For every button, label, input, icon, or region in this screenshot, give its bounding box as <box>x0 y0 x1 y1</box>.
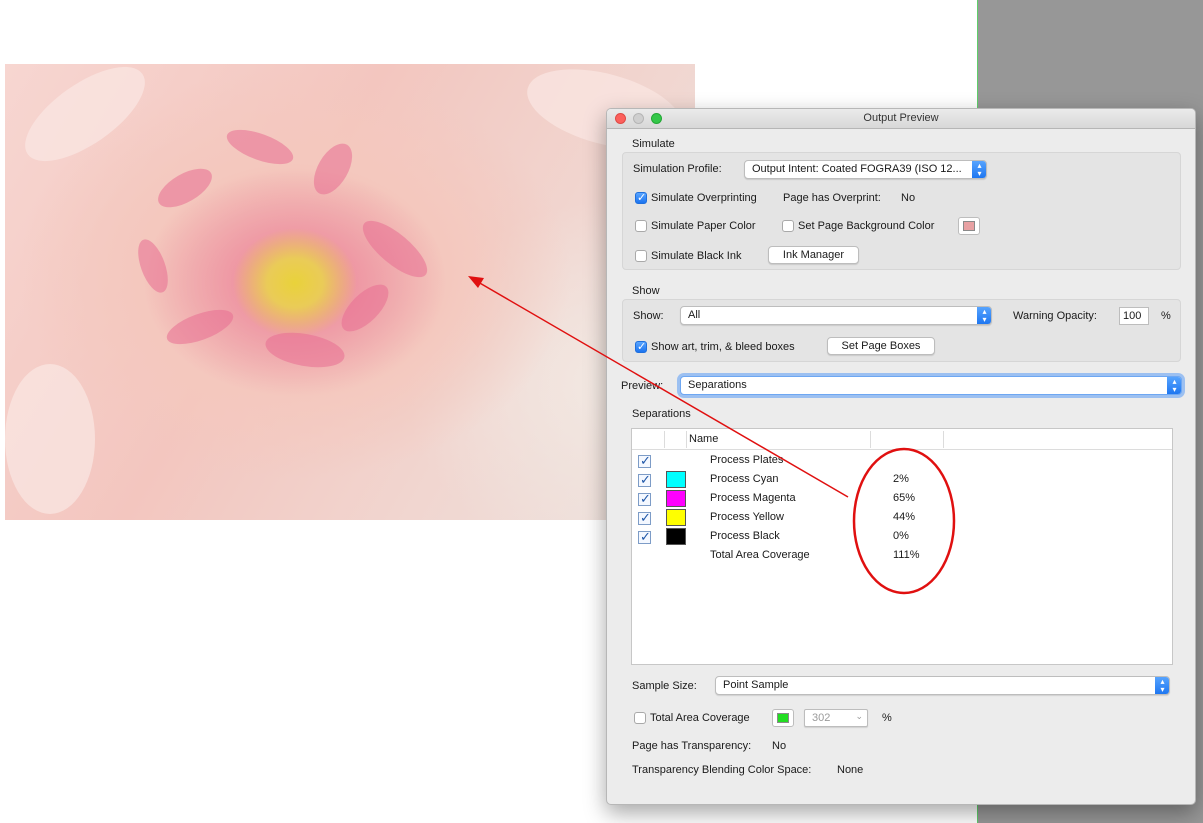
window-title: Output Preview <box>863 112 939 124</box>
transparency-value: No <box>772 740 787 752</box>
select-stepper-icon: ▴ ▾ <box>972 161 986 178</box>
show-value: All <box>688 309 701 321</box>
simulate-paper-color-label: Simulate Paper Color <box>651 220 756 232</box>
total-area-coverage-checkbox[interactable] <box>634 712 646 724</box>
separation-percent: 2% <box>893 473 909 485</box>
show-label: Show: <box>633 310 664 322</box>
simulate-overprinting-checkbox[interactable] <box>635 191 647 204</box>
separation-row-process-black[interactable]: Process Black 0% <box>632 527 1172 546</box>
show-boxes-checkbox[interactable] <box>635 340 647 353</box>
sample-size-value: Point Sample <box>723 679 789 691</box>
transparency-label: Page has Transparency: <box>632 740 752 752</box>
select-stepper-icon: ▴ ▾ <box>977 307 991 324</box>
show-select[interactable]: All ▴ ▾ <box>680 306 992 325</box>
background-color-swatch[interactable] <box>958 217 980 235</box>
set-page-boxes-button[interactable]: Set Page Boxes <box>827 337 935 355</box>
separations-section-label: Separations <box>632 408 691 420</box>
tac-color-swatch[interactable] <box>772 709 794 727</box>
page-overprint-value: No <box>901 192 916 204</box>
preview-value: Separations <box>688 379 747 391</box>
separation-percent: 44% <box>893 511 916 523</box>
warning-opacity-percent: % <box>1161 310 1171 322</box>
screenshot-stage: Output Preview Simulate Simulation Profi… <box>0 0 1203 823</box>
tac-percent: % <box>882 712 892 724</box>
show-boxes-label: Show art, trim, & bleed boxes <box>651 341 795 353</box>
simulate-overprinting-label: Simulate Overprinting <box>651 192 757 204</box>
ink-manager-button[interactable]: Ink Manager <box>768 246 859 264</box>
separations-table: Name Process Plates Process Cyan 2% Proc… <box>631 428 1173 665</box>
preview-label: Preview: <box>621 380 664 392</box>
simulate-group: Simulation Profile: Output Intent: Coate… <box>622 152 1181 270</box>
simulate-paper-color-checkbox[interactable] <box>635 220 647 232</box>
separation-name: Total Area Coverage <box>710 549 810 561</box>
window-titlebar[interactable]: Output Preview <box>607 109 1195 129</box>
tac-color-fill <box>777 713 789 723</box>
set-page-background-label: Set Page Background Color <box>798 220 935 232</box>
cyan-color-chip <box>666 471 686 488</box>
total-area-coverage-label: Total Area Coverage <box>650 712 750 724</box>
simulate-section-label: Simulate <box>632 138 675 150</box>
select-stepper-icon: ▴ ▾ <box>1167 377 1181 394</box>
page-overprint-label: Page has Overprint: <box>783 192 881 204</box>
flower-photo <box>5 64 695 520</box>
separation-checkbox[interactable] <box>638 472 651 488</box>
separation-checkbox[interactable] <box>638 529 651 545</box>
separation-percent: 111% <box>893 549 920 561</box>
yellow-color-chip <box>666 509 686 526</box>
separation-checkbox[interactable] <box>638 510 651 526</box>
output-preview-window: Output Preview Simulate Simulation Profi… <box>606 108 1196 805</box>
separation-row-process-yellow[interactable]: Process Yellow 44% <box>632 508 1172 527</box>
warning-opacity-label: Warning Opacity: <box>1013 310 1097 322</box>
preview-select[interactable]: Separations ▴ ▾ <box>680 376 1182 395</box>
simulation-profile-value: Output Intent: Coated FOGRA39 (ISO 12... <box>752 163 962 175</box>
separation-row-total-area-coverage: Total Area Coverage 111% <box>632 546 1172 565</box>
background-color-fill <box>963 221 975 231</box>
magenta-color-chip <box>666 490 686 507</box>
separation-name: Process Magenta <box>710 492 796 504</box>
black-color-chip <box>666 528 686 545</box>
set-page-background-checkbox[interactable] <box>782 220 794 232</box>
blending-space-label: Transparency Blending Color Space: <box>632 764 812 776</box>
separation-checkbox[interactable] <box>638 491 651 507</box>
separation-row-process-magenta[interactable]: Process Magenta 65% <box>632 489 1172 508</box>
separation-name: Process Yellow <box>710 511 784 523</box>
show-section-label: Show <box>632 285 660 297</box>
separation-name: Process Cyan <box>710 473 779 485</box>
simulate-black-ink-label: Simulate Black Ink <box>651 250 742 262</box>
separation-row-process-cyan[interactable]: Process Cyan 2% <box>632 470 1172 489</box>
chevron-down-icon: ⌄ <box>855 711 863 721</box>
simulation-profile-select[interactable]: Output Intent: Coated FOGRA39 (ISO 12...… <box>744 160 987 179</box>
separation-name: Process Black <box>710 530 780 542</box>
separation-percent: 0% <box>893 530 909 542</box>
column-divider <box>943 431 944 448</box>
blending-space-value: None <box>837 764 864 776</box>
simulate-black-ink-checkbox[interactable] <box>635 250 647 262</box>
column-divider <box>664 431 665 448</box>
separation-percent: 65% <box>893 492 916 504</box>
tac-value-combobox[interactable]: 302 ⌄ <box>804 709 868 727</box>
separation-row-process-plates[interactable]: Process Plates <box>632 451 1172 470</box>
column-divider <box>870 431 871 448</box>
warning-opacity-input[interactable]: 100 <box>1119 307 1149 325</box>
separation-checkbox[interactable] <box>638 453 651 469</box>
sample-size-label: Sample Size: <box>632 680 697 692</box>
show-group: Show: All ▴▾ Warning Opacity: 100 % Show… <box>622 299 1181 362</box>
separation-name: Process Plates <box>710 454 784 466</box>
tac-value: 302 <box>812 712 831 724</box>
name-column-header[interactable]: Name <box>689 433 718 445</box>
column-divider <box>686 431 687 448</box>
separations-table-header: Name <box>632 429 1172 450</box>
select-stepper-icon: ▴ ▾ <box>1155 677 1169 694</box>
simulation-profile-label: Simulation Profile: <box>633 163 722 175</box>
sample-size-select[interactable]: Point Sample ▴ ▾ <box>715 676 1170 695</box>
